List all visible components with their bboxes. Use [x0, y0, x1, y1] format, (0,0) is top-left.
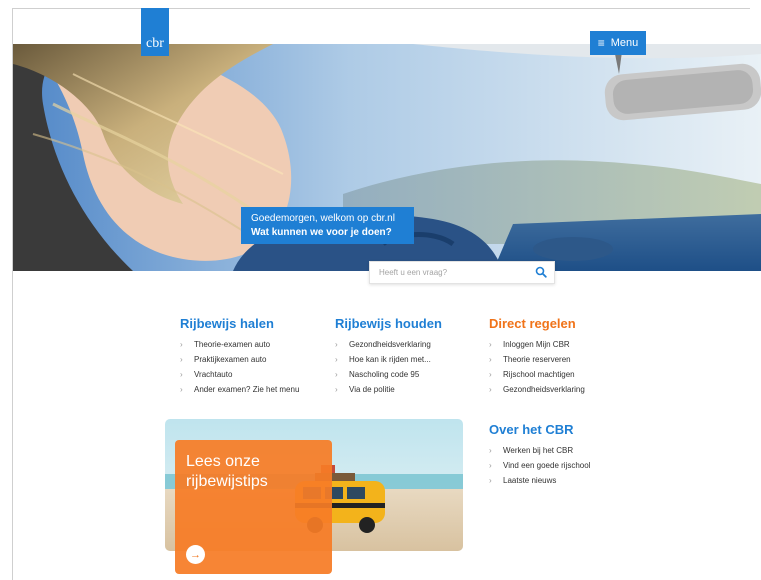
chevron-right-icon: › — [489, 370, 492, 379]
link-item[interactable]: › Hoe kan ik rijden met... — [335, 352, 442, 367]
link-label: Rijschool machtigen — [503, 370, 575, 379]
chevron-right-icon: › — [180, 355, 183, 364]
link-label: Hoe kan ik rijden met... — [349, 355, 431, 364]
welcome-greeting: Goedemorgen, welkom op cbr.nl — [251, 213, 395, 224]
chevron-right-icon: › — [335, 385, 338, 394]
link-label: Theorie-examen auto — [194, 340, 271, 349]
link-label: Inloggen Mijn CBR — [503, 340, 570, 349]
logo-text: cbr — [146, 36, 164, 51]
tips-title-line1: Lees onze — [186, 453, 260, 470]
chevron-right-icon: › — [180, 385, 183, 394]
cbr-logo[interactable]: cbr — [141, 8, 169, 56]
tips-title-line2: rijbewijstips — [186, 473, 268, 490]
tips-card[interactable]: Lees onze rijbewijstips → — [175, 440, 332, 574]
link-label: Gezondheidsverklaring — [349, 340, 431, 349]
chevron-right-icon: › — [180, 370, 183, 379]
link-item[interactable]: › Rijschool machtigen — [489, 367, 585, 382]
chevron-right-icon: › — [180, 340, 183, 349]
arrow-right-icon[interactable]: → — [186, 545, 205, 564]
link-item[interactable]: › Ander examen? Zie het menu — [180, 382, 299, 397]
link-label: Vind een goede rijschool — [503, 461, 591, 470]
menu-button[interactable]: ≡ Menu — [590, 31, 646, 55]
link-item[interactable]: › Vrachtauto — [180, 367, 299, 382]
chevron-right-icon: › — [335, 340, 338, 349]
link-label: Nascholing code 95 — [349, 370, 420, 379]
link-item[interactable]: › Praktijkexamen auto — [180, 352, 299, 367]
search-icon[interactable] — [535, 266, 547, 278]
column-over-het-cbr: Over het CBR › Werken bij het CBR › Vind e… — [489, 422, 590, 488]
chevron-right-icon: › — [489, 476, 492, 485]
column-title[interactable]: Rijbewijs halen — [180, 316, 299, 332]
column-title[interactable]: Direct regelen — [489, 316, 585, 332]
link-label: Theorie reserveren — [503, 355, 571, 364]
search-box — [369, 261, 555, 284]
search-input[interactable] — [377, 267, 531, 278]
column-title[interactable]: Rijbewijs houden — [335, 316, 442, 332]
column-direct-regelen: Direct regelen › Inloggen Mijn CBR › Theor… — [489, 316, 585, 397]
welcome-banner: Goedemorgen, welkom op cbr.nl Wat kunnen… — [241, 207, 414, 244]
link-label: Gezondheidsverklaring — [503, 385, 585, 394]
link-item[interactable]: › Theorie reserveren — [489, 352, 585, 367]
column-title[interactable]: Over het CBR — [489, 422, 590, 438]
link-item[interactable]: › Vind een goede rijschool — [489, 458, 590, 473]
link-item[interactable]: › Laatste nieuws — [489, 473, 590, 488]
link-label: Via de politie — [349, 385, 395, 394]
menu-label: Menu — [610, 37, 639, 49]
link-item[interactable]: › Gezondheidsverklaring — [489, 382, 585, 397]
chevron-right-icon: › — [489, 340, 492, 349]
link-label: Laatste nieuws — [503, 476, 557, 485]
link-item[interactable]: › Theorie-examen auto — [180, 337, 299, 352]
column-rijbewijs-houden: Rijbewijs houden › Gezondheidsverklaring … — [335, 316, 442, 397]
link-item[interactable]: › Inloggen Mijn CBR — [489, 337, 585, 352]
column-rijbewijs-halen: Rijbewijs halen › Theorie-examen auto › Pr… — [180, 316, 299, 397]
link-label: Werken bij het CBR — [503, 446, 574, 455]
link-item[interactable]: › Gezondheidsverklaring — [335, 337, 442, 352]
hamburger-icon: ≡ — [597, 36, 605, 50]
chevron-right-icon: › — [489, 461, 492, 470]
chevron-right-icon: › — [335, 370, 338, 379]
chevron-right-icon: › — [489, 446, 492, 455]
chevron-right-icon: › — [335, 355, 338, 364]
chevron-right-icon: › — [489, 385, 492, 394]
link-label: Ander examen? Zie het menu — [194, 385, 300, 394]
link-label: Vrachtauto — [194, 370, 233, 379]
link-label: Praktijkexamen auto — [194, 355, 267, 364]
chevron-right-icon: › — [489, 355, 492, 364]
link-item[interactable]: › Werken bij het CBR — [489, 443, 590, 458]
link-item[interactable]: › Via de politie — [335, 382, 442, 397]
link-item[interactable]: › Nascholing code 95 — [335, 367, 442, 382]
welcome-question: Wat kunnen we voor je doen? — [251, 227, 392, 238]
